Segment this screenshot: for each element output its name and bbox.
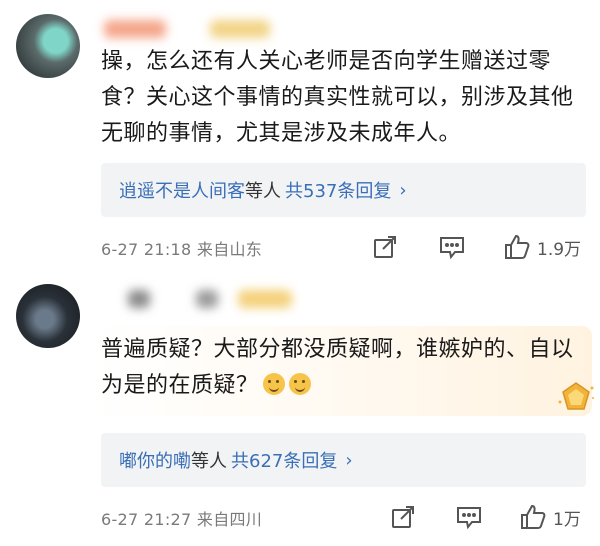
share-icon[interactable] bbox=[390, 502, 416, 532]
comment-icon[interactable] bbox=[455, 502, 483, 532]
avatar[interactable] bbox=[16, 284, 80, 348]
reply-count[interactable]: 共537条回复 bbox=[285, 177, 391, 203]
share-icon[interactable] bbox=[372, 232, 398, 262]
chevron-right-icon[interactable]: › bbox=[399, 180, 406, 201]
avatar[interactable] bbox=[16, 14, 80, 78]
like-button[interactable]: 1万 bbox=[519, 502, 581, 532]
comment-meta: 6-27 21:27 来自四川 bbox=[101, 510, 263, 529]
user-badge-blurred bbox=[238, 290, 292, 308]
like-count: 1.9万 bbox=[537, 239, 582, 260]
like-icon[interactable] bbox=[519, 503, 547, 531]
username-blurred[interactable] bbox=[104, 20, 166, 38]
user-badge-blurred bbox=[210, 20, 270, 38]
comment-text: 普遍质疑？大部分都没质疑啊，谁嫉妒的、自以为是的在质疑？ bbox=[101, 332, 591, 404]
comment-text: 操，怎么还有人关心老师是否向学生赠送过零食？关心这个事情的真实性就可以，别涉及其… bbox=[101, 49, 574, 146]
emoji-icon bbox=[262, 373, 285, 395]
username-blurred[interactable] bbox=[196, 290, 218, 308]
reply-summary[interactable]: 逍遥不是人间客 等人 共537条回复 › bbox=[101, 163, 586, 217]
reply-users[interactable]: 逍遥不是人间客 bbox=[119, 177, 245, 203]
like-count: 1万 bbox=[553, 509, 581, 530]
reply-suffix: 等人 bbox=[191, 451, 227, 472]
like-icon[interactable] bbox=[503, 233, 531, 261]
reply-suffix: 等人 bbox=[245, 181, 281, 202]
username-blurred[interactable] bbox=[128, 290, 150, 308]
gold-medal-icon bbox=[556, 380, 596, 420]
reply-count[interactable]: 共627条回复 bbox=[231, 447, 337, 473]
comment-meta: 6-27 21:18 来自山东 bbox=[101, 240, 263, 259]
emoji-icon bbox=[288, 373, 311, 395]
comment-text-body: 普遍质疑？大部分都没质疑啊，谁嫉妒的、自以为是的在质疑？ bbox=[101, 337, 574, 398]
reply-summary[interactable]: 嘟你的嘞 等人 共627条回复 › bbox=[101, 433, 586, 487]
comment-icon[interactable] bbox=[438, 232, 466, 262]
reply-users[interactable]: 嘟你的嘞 bbox=[119, 447, 191, 473]
chevron-right-icon[interactable]: › bbox=[345, 450, 352, 471]
like-button[interactable]: 1.9万 bbox=[503, 232, 581, 262]
